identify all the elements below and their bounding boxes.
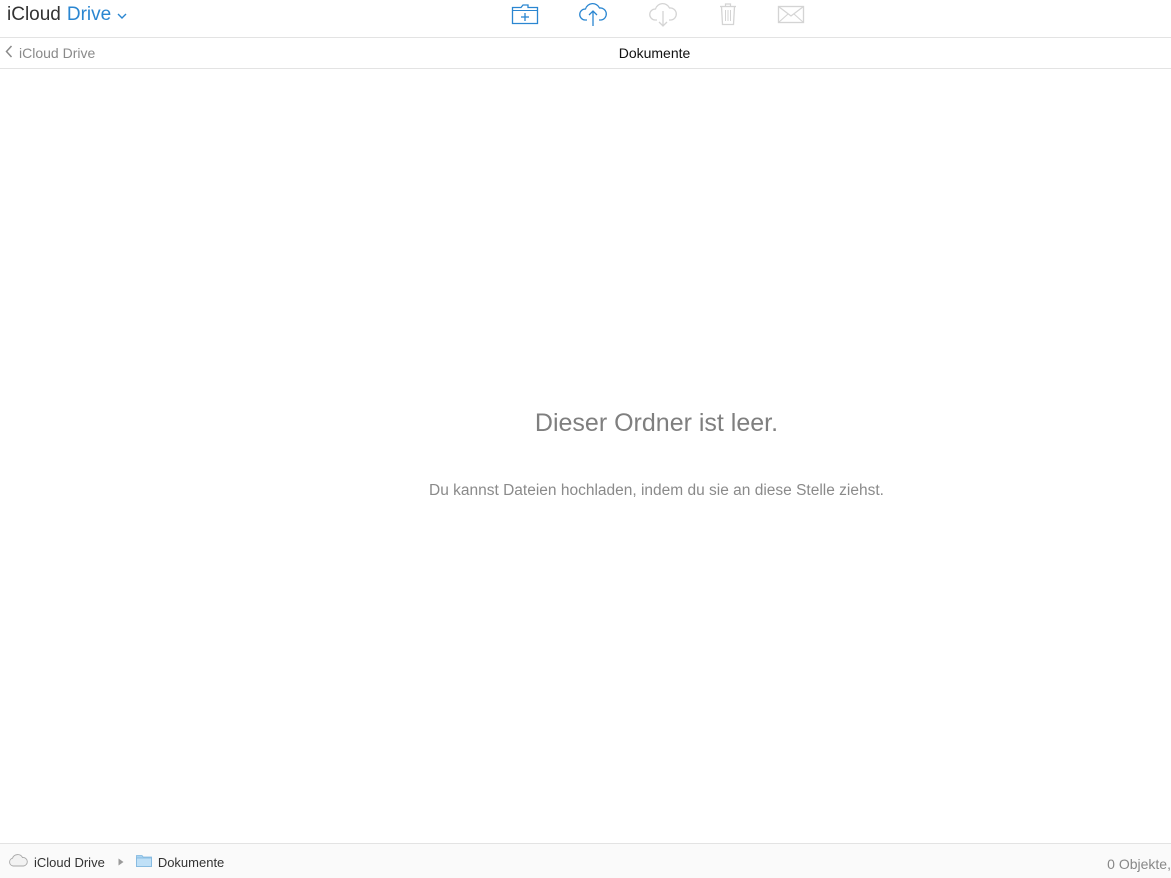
- brand-label: iCloud: [7, 4, 61, 25]
- triangle-right-icon: [118, 858, 124, 866]
- download-button[interactable]: [646, 2, 680, 30]
- breadcrumb-label: iCloud Drive: [34, 854, 105, 870]
- navigation-bar: iCloud Drive Dokumente: [0, 38, 1171, 69]
- icloud-drive-window: iCloud Drive iCloud Drive Dokumente Dies…: [0, 0, 1171, 878]
- top-toolbar: iCloud Drive: [0, 0, 1171, 38]
- folder-title: Dokumente: [618, 45, 691, 61]
- path-breadcrumb: iCloud Drive Dokumente: [8, 854, 224, 870]
- download-icon: [648, 1, 678, 32]
- upload-icon: [578, 1, 608, 32]
- new-folder-button[interactable]: [508, 2, 542, 30]
- upload-button[interactable]: [576, 2, 610, 30]
- trash-icon: [719, 2, 737, 31]
- breadcrumb-icloud-drive[interactable]: iCloud Drive: [8, 854, 105, 870]
- app-switcher[interactable]: iCloud Drive: [7, 4, 127, 26]
- breadcrumb-dokumente[interactable]: Dokumente: [135, 854, 225, 870]
- product-label: Drive: [66, 4, 112, 25]
- mail-icon: [777, 4, 805, 29]
- breadcrumb-label: Dokumente: [157, 854, 225, 870]
- folder-icon: [135, 854, 152, 870]
- delete-button[interactable]: [711, 2, 745, 30]
- empty-folder-heading: Dieser Ordner ist leer.: [534, 409, 779, 437]
- chevron-down-icon: [117, 13, 127, 20]
- status-bar: iCloud Drive Dokumente 0 Objekte,: [0, 843, 1171, 878]
- cloud-icon: [8, 854, 28, 870]
- new-folder-icon: [511, 3, 539, 30]
- empty-folder-message: Du kannst Dateien hochladen, indem du si…: [429, 482, 884, 499]
- mail-button[interactable]: [774, 2, 808, 30]
- item-count: 0 Objekte,: [1107, 856, 1171, 872]
